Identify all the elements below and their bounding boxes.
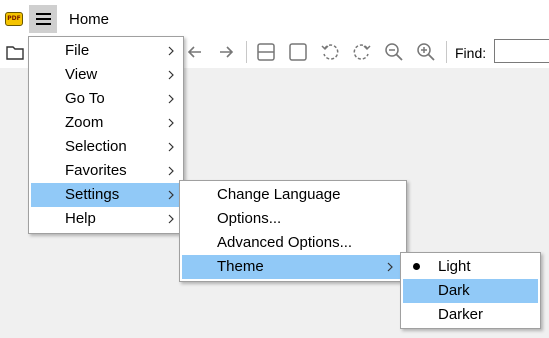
rotate-right-icon[interactable] <box>352 42 372 62</box>
theme-submenu: Light Dark Darker <box>400 252 541 329</box>
menu-item-theme-dark[interactable]: Dark <box>403 279 538 303</box>
toolbar-separator <box>246 41 247 63</box>
menu-item-favorites[interactable]: Favorites <box>31 159 181 183</box>
find-label: Find: <box>455 45 487 61</box>
back-icon[interactable] <box>185 42 205 62</box>
open-folder-icon[interactable] <box>5 42 25 62</box>
main-menu: File View Go To Zoom Selection Favorites… <box>28 36 184 234</box>
menu-item-file[interactable]: File <box>31 39 181 63</box>
chevron-right-icon <box>168 70 174 80</box>
chevron-right-icon <box>168 190 174 200</box>
chevron-right-icon <box>168 46 174 56</box>
chevron-right-icon <box>387 262 393 272</box>
menu-item-zoom[interactable]: Zoom <box>31 111 181 135</box>
menu-item-advanced-options[interactable]: Advanced Options... <box>182 231 404 255</box>
chevron-right-icon <box>168 142 174 152</box>
menu-item-change-language[interactable]: Change Language <box>182 183 404 207</box>
menu-item-selection[interactable]: Selection <box>31 135 181 159</box>
toolbar-separator <box>446 41 447 63</box>
menu-item-theme[interactable]: Theme <box>182 255 404 279</box>
forward-icon[interactable] <box>216 42 236 62</box>
rotate-left-icon[interactable] <box>320 42 340 62</box>
settings-submenu: Change Language Options... Advanced Opti… <box>179 180 407 282</box>
find-input[interactable] <box>494 39 549 63</box>
fit-page-icon[interactable] <box>288 42 308 62</box>
radio-bullet-icon <box>413 263 420 270</box>
fit-width-icon[interactable] <box>256 42 276 62</box>
menu-item-theme-darker[interactable]: Darker <box>403 303 538 327</box>
hamburger-menu-button[interactable] <box>29 5 57 33</box>
menu-item-view[interactable]: View <box>31 63 181 87</box>
menu-item-options[interactable]: Options... <box>182 207 404 231</box>
chevron-right-icon <box>168 118 174 128</box>
menu-item-help[interactable]: Help <box>31 207 181 231</box>
zoom-out-icon[interactable] <box>384 42 404 62</box>
chevron-right-icon <box>168 214 174 224</box>
chevron-right-icon <box>168 166 174 176</box>
menu-item-settings[interactable]: Settings <box>31 183 181 207</box>
app-logo-icon: PDF <box>5 12 23 26</box>
chevron-right-icon <box>168 94 174 104</box>
menu-item-go-to[interactable]: Go To <box>31 87 181 111</box>
window-title: Home <box>69 11 110 28</box>
title-bar: PDF Home <box>0 0 549 36</box>
zoom-in-icon[interactable] <box>416 42 436 62</box>
menu-item-theme-light[interactable]: Light <box>403 255 538 279</box>
